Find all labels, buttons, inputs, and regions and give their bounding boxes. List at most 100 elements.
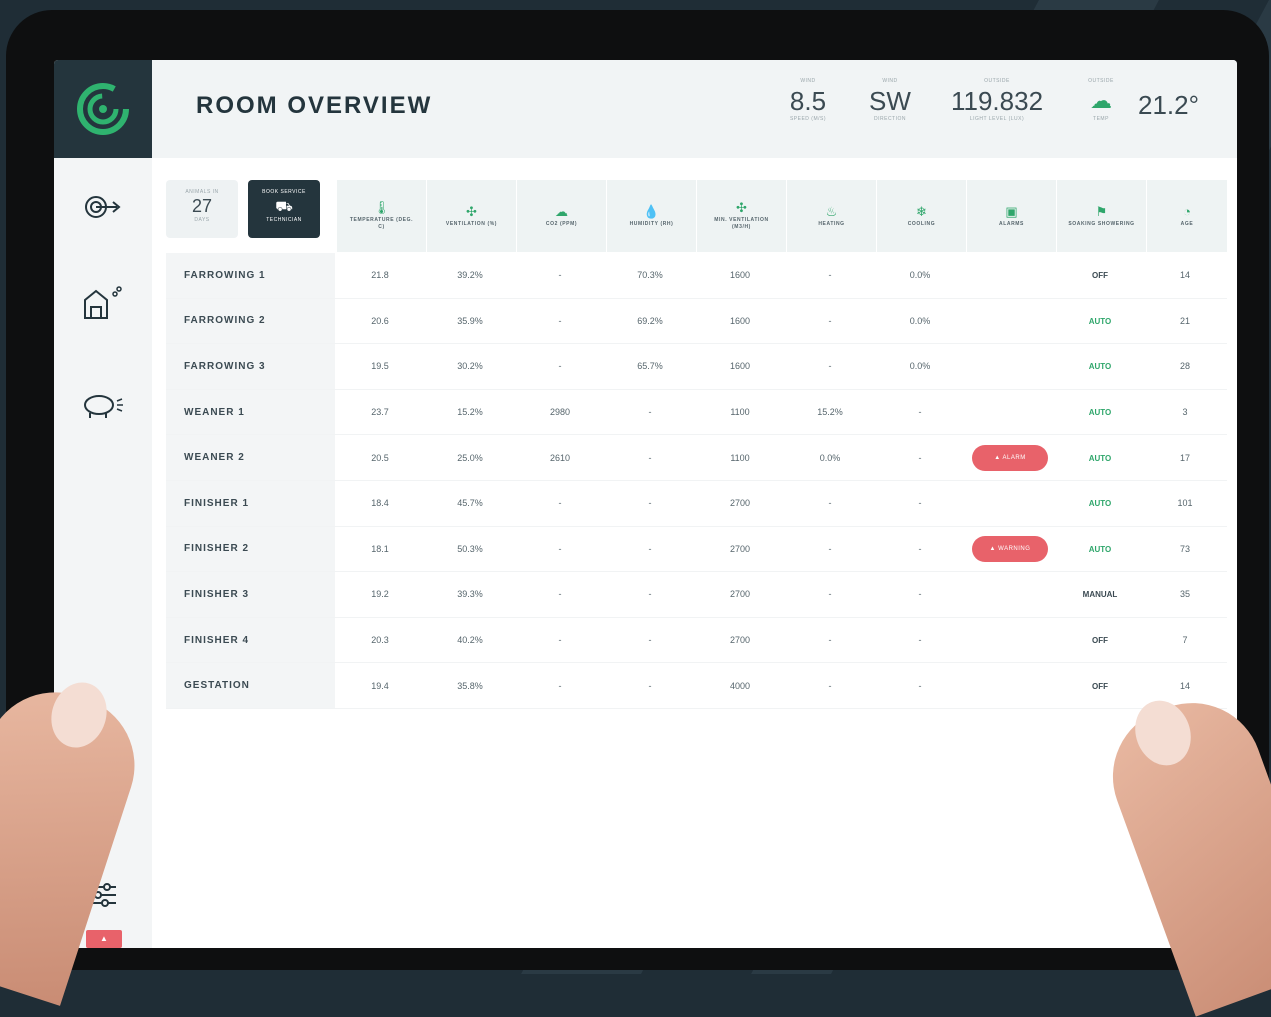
table-cell: -	[558, 498, 562, 509]
column-cooling[interactable]: ❄ COOLING	[877, 180, 967, 252]
fan-icon: ✣	[466, 203, 477, 219]
column-min-ventilation[interactable]: ✣ MIN. VENTILATION (M3/H)	[697, 180, 787, 252]
wind-speed-metric: WIND 8.5 SPEED (M/S)	[766, 78, 850, 122]
table-row[interactable]: FINISHER 1 18.4 45.7% - - 2700 - - AUTO 101	[166, 480, 1227, 527]
app-logo[interactable]	[54, 60, 152, 158]
alarm-label: WARNING	[998, 545, 1031, 552]
column-humidity[interactable]: 💧 HUMIDITY (RH)	[607, 180, 697, 252]
sidebar-item-targets[interactable]	[78, 182, 128, 232]
table-cell: 35.9%	[457, 315, 483, 326]
logo-icon	[77, 83, 129, 135]
table-cell: -	[918, 498, 922, 509]
table-cell: 21	[1179, 315, 1190, 326]
status-badge[interactable]: AUTO	[1089, 454, 1112, 463]
status-badge[interactable]: AUTO	[1089, 408, 1112, 417]
status-badge[interactable]: MANUAL	[1083, 590, 1118, 599]
status-badge[interactable]: OFF	[1092, 271, 1108, 280]
table-cell: 7	[1182, 635, 1188, 646]
outside-temp-value: 21.2°	[1138, 90, 1200, 120]
column-ventilation[interactable]: ✣ VENTILATION (%)	[427, 180, 517, 252]
column-soaking[interactable]: ⚑ SOAKING SHOWERING	[1057, 180, 1147, 252]
heat-icon: ♨	[825, 203, 838, 219]
table-row[interactable]: FARROWING 1 21.8 39.2% - 70.3% 1600 - 0.0% OFF 14	[166, 253, 1227, 299]
card-value: 27	[191, 196, 213, 216]
room-name[interactable]: FINISHER 2	[166, 526, 335, 572]
barn-icon	[84, 286, 122, 319]
table-cell: 1100	[730, 452, 750, 463]
status-badge[interactable]: AUTO	[1089, 317, 1112, 326]
table-cell: -	[828, 680, 832, 691]
status-badge[interactable]: AUTO	[1089, 362, 1112, 371]
table-row[interactable]: GESTATION 19.4 35.8% - - 4000 - - OFF 14	[166, 663, 1227, 709]
room-name[interactable]: GESTATION	[166, 663, 335, 708]
table-row[interactable]: WEANER 2 20.5 25.0% 2610 - 1100 0.0% - ▲ ALARM AU…	[166, 435, 1227, 481]
table-row[interactable]: FARROWING 3 19.5 30.2% - 65.7% 1600 - 0.0% AUTO 2…	[166, 344, 1227, 390]
table-row[interactable]: FINISHER 3 19.2 39.3% - - 2700 - - MANUAL 35	[166, 572, 1227, 618]
metric-subcaption: LIGHT LEVEL (LUX)	[969, 116, 1025, 122]
table-cell: 20.6	[371, 315, 389, 326]
fan-icon: ✣	[736, 200, 747, 215]
room-name[interactable]: WEANER 1	[166, 389, 335, 435]
column-temperature[interactable]: 🌡 TEMPERATURE (DEG. C)	[337, 180, 427, 252]
soaking-status: AUTO	[1055, 361, 1145, 371]
table-cell: 1100	[730, 407, 750, 418]
table-row[interactable]: FINISHER 4 20.3 40.2% - - 2700 - - OFF 7	[166, 617, 1227, 664]
table-cell: -	[918, 680, 922, 691]
outside-temp-metric: OUTSIDE ☁ TEMP	[1076, 78, 1126, 122]
soaking-status: MANUAL	[1055, 589, 1145, 599]
table-cell: 1600	[729, 315, 751, 326]
alarm-label: ALARM	[1002, 454, 1026, 461]
status-badge[interactable]: AUTO	[1089, 499, 1112, 508]
book-service-button[interactable]: BOOK SERVICE ⛟ TECHNICIAN	[248, 180, 320, 238]
column-label: HEATING	[818, 220, 845, 227]
table-cell: -	[828, 498, 832, 509]
room-name[interactable]: FARROWING 1	[166, 253, 335, 298]
table-cell: -	[558, 270, 562, 281]
table-cell: 39.3%	[457, 589, 483, 600]
room-name[interactable]: FARROWING 2	[166, 298, 335, 344]
alarm-indicator[interactable]: ▲	[86, 930, 122, 948]
column-heating[interactable]: ♨ HEATING	[787, 180, 877, 252]
column-age[interactable]: ◔ AGE	[1147, 180, 1227, 252]
column-alarms[interactable]: ▣ ALARMS	[967, 180, 1057, 252]
metric-caption: WIND	[882, 78, 898, 84]
alarm-button[interactable]: ▲ WARNING	[972, 535, 1048, 562]
room-name[interactable]: FINISHER 3	[166, 572, 335, 617]
table-cell: 1600	[729, 270, 751, 281]
status-badge[interactable]: OFF	[1092, 636, 1108, 645]
table-row[interactable]: WEANER 1 23.7 15.2% 2980 - 1100 15.2% - AUTO 3	[166, 389, 1227, 436]
sidebar-item-animals[interactable]	[78, 380, 128, 430]
animals-in-card: ANIMALS IN 27 DAYS	[166, 180, 238, 238]
metric-value: SW	[869, 86, 911, 116]
table-cell: 101	[1177, 498, 1193, 509]
pig-icon: ◔	[1183, 203, 1191, 219]
column-label: COOLING	[907, 220, 936, 227]
table-row[interactable]: FINISHER 2 18.1 50.3% - - 2700 - - ▲ WARNING AUTO…	[166, 526, 1227, 573]
table-cell: -	[648, 589, 652, 600]
table-row[interactable]: FARROWING 2 20.6 35.9% - 69.2% 1600 - 0.0% AUTO 2…	[166, 298, 1227, 345]
soaking-status: OFF	[1055, 635, 1145, 645]
page-title: ROOM OVERVIEW	[196, 92, 433, 119]
column-label: ALARMS	[999, 220, 1024, 227]
sidebar-item-barns[interactable]	[78, 278, 128, 328]
cloud-icon: ☁	[555, 203, 568, 219]
metric-subcaption: SPEED (M/S)	[789, 116, 827, 122]
status-badge[interactable]: OFF	[1092, 682, 1108, 691]
cooling-icon: ❄	[916, 203, 927, 219]
room-name[interactable]: FINISHER 1	[166, 480, 335, 526]
room-name[interactable]: WEANER 2	[166, 435, 335, 480]
table-cell: -	[648, 543, 652, 554]
table-cell: 50.3%	[457, 543, 483, 554]
table-cell: -	[648, 635, 652, 646]
alarm-button[interactable]: ▲ ALARM	[972, 444, 1048, 471]
table-cell: -	[558, 680, 562, 691]
metric-value: 119.832	[950, 86, 1044, 116]
table-cell: 19.2	[371, 589, 389, 600]
status-badge[interactable]: AUTO	[1089, 545, 1112, 554]
column-co2[interactable]: ☁ CO2 (PPM)	[517, 180, 607, 252]
room-name[interactable]: FARROWING 3	[166, 344, 335, 389]
soaking-status: OFF	[1055, 270, 1145, 280]
room-name[interactable]: FINISHER 4	[166, 617, 335, 663]
thermometer-icon: 🌡	[373, 200, 390, 215]
table-cell: -	[918, 589, 922, 600]
